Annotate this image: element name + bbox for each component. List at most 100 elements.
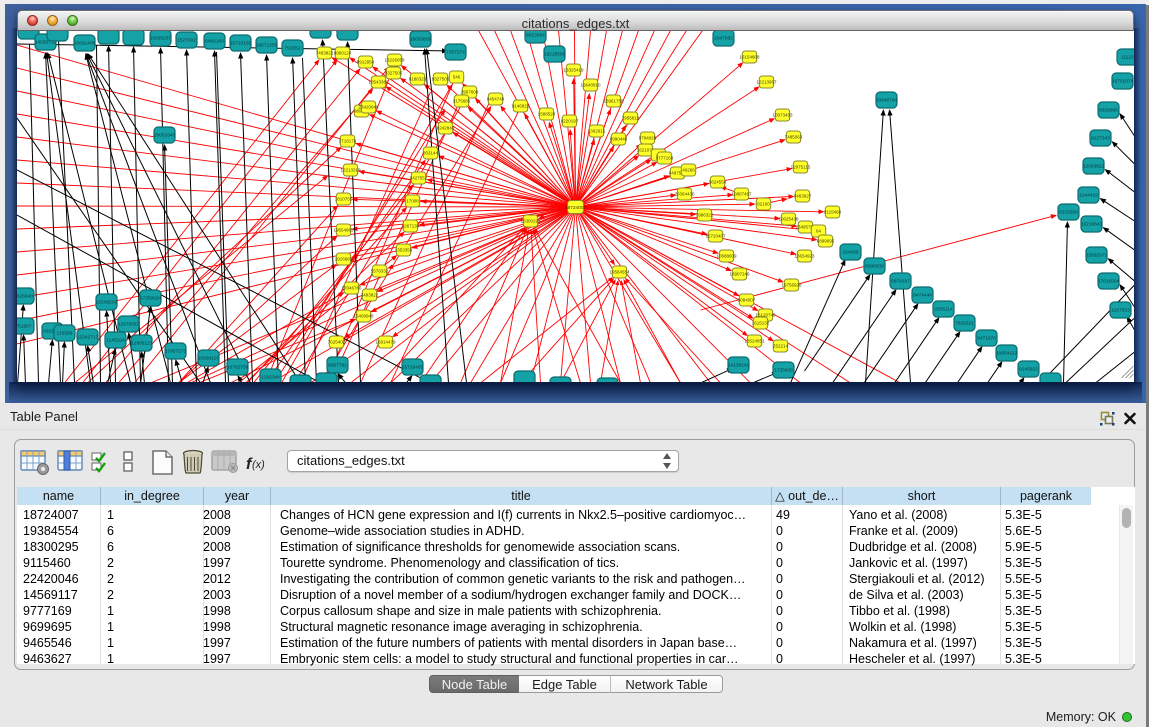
svg-text:16961758: 16961758: [603, 99, 624, 104]
svg-text:1733426: 1733426: [774, 368, 793, 374]
svg-text:8912954: 8912954: [357, 60, 375, 65]
svg-text:7955812: 7955812: [622, 116, 640, 121]
svg-text:10025438: 10025438: [778, 217, 799, 222]
svg-text:9227343: 9227343: [1091, 136, 1110, 142]
svg-text:19654985: 19654985: [333, 228, 354, 233]
svg-text:19584554: 19584554: [609, 270, 630, 275]
svg-text:13325419: 13325419: [563, 68, 584, 73]
svg-text:9474444: 9474444: [913, 293, 932, 299]
svg-text:10958107: 10958107: [198, 356, 220, 362]
svg-text:10654112: 10654112: [996, 351, 1017, 357]
svg-text:803144: 803144: [423, 151, 439, 156]
svg-text:9146821: 9146821: [512, 104, 530, 109]
svg-text:252214: 252214: [773, 344, 789, 349]
svg-text:8990448: 8990448: [610, 137, 628, 142]
svg-text:3493822: 3493822: [361, 293, 379, 298]
svg-text:10543362: 10543362: [368, 80, 389, 85]
svg-text:7463822: 7463822: [316, 51, 334, 56]
svg-text:1145194: 1145194: [106, 338, 125, 344]
svg-text:1615132: 1615132: [752, 321, 770, 326]
svg-text:8960124: 8960124: [334, 51, 352, 56]
svg-text:751552: 751552: [284, 46, 300, 52]
svg-text:15720407: 15720407: [705, 234, 726, 239]
svg-text:23420046: 23420046: [358, 105, 379, 110]
svg-text:2935114: 2935114: [934, 307, 953, 313]
svg-text:16782759: 16782759: [227, 365, 249, 371]
svg-text:8454749: 8454749: [487, 97, 505, 102]
svg-text:3624554: 3624554: [709, 180, 727, 185]
svg-text:11122: 11122: [1121, 55, 1134, 61]
svg-text:13654923: 13654923: [794, 254, 815, 259]
svg-text:20691406: 20691406: [74, 41, 96, 47]
svg-text:12342717: 12342717: [77, 335, 99, 341]
svg-text:9777169: 9777169: [656, 156, 674, 161]
svg-text:12093822: 12093822: [1083, 164, 1105, 170]
svg-text:9245652: 9245652: [1019, 367, 1038, 373]
svg-text:1362615: 1362615: [588, 129, 606, 134]
svg-text:8186323: 8186323: [409, 77, 427, 82]
svg-text:2718179: 2718179: [339, 139, 357, 144]
svg-text:46266: 46266: [682, 168, 695, 173]
svg-text:(x): (x): [252, 459, 265, 471]
svg-text:13226058: 13226058: [384, 58, 405, 63]
svg-text:9857791: 9857791: [328, 363, 347, 369]
svg-text:7986322: 7986322: [696, 213, 714, 218]
svg-text:7357274: 7357274: [446, 50, 465, 56]
svg-text:115568: 115568: [57, 331, 73, 337]
svg-text:7632621: 7632621: [955, 321, 974, 327]
svg-text:14136141: 14136141: [728, 363, 750, 369]
svg-text:1527602: 1527602: [177, 38, 196, 44]
svg-text:3175685: 3175685: [453, 99, 471, 104]
svg-text:62160: 62160: [757, 202, 770, 207]
svg-text:17046766: 17046766: [341, 286, 362, 291]
svg-text:16914479: 16914479: [375, 340, 396, 345]
svg-text:1916682: 1916682: [335, 257, 353, 262]
svg-text:10973493: 10973493: [772, 113, 793, 118]
svg-text:10719155: 10719155: [230, 41, 252, 47]
svg-text:10648784: 10648784: [876, 98, 898, 104]
svg-text:12975887: 12975887: [118, 322, 140, 328]
svg-text:1292344: 1292344: [261, 375, 280, 381]
svg-text:2626640: 2626640: [17, 294, 33, 300]
svg-text:9242848: 9242848: [437, 126, 455, 131]
svg-text:15751074: 15751074: [1112, 79, 1134, 85]
svg-text:16154808: 16154808: [739, 55, 760, 60]
svg-text:10807487: 10807487: [731, 192, 752, 197]
svg-text:7485063: 7485063: [785, 135, 803, 140]
svg-text:546: 546: [453, 75, 461, 80]
svg-text:751907: 751907: [17, 324, 32, 330]
svg-text:17008: 17008: [406, 199, 419, 204]
svg-text:16640910: 16640910: [580, 83, 601, 88]
svg-text:164095: 164095: [842, 250, 858, 256]
svg-text:18724007: 18724007: [565, 205, 587, 211]
svg-text:10688609: 10688609: [716, 254, 737, 259]
svg-text:5578332: 5578332: [371, 269, 389, 274]
svg-text:6899695: 6899695: [817, 239, 835, 244]
svg-text:12213967: 12213967: [756, 80, 777, 85]
svg-text:2047682: 2047682: [714, 36, 733, 42]
svg-text:1588520: 1588520: [538, 112, 556, 117]
svg-text:3267130: 3267130: [402, 224, 420, 229]
svg-text:7625402: 7625402: [328, 340, 346, 345]
svg-text:9463627: 9463627: [794, 194, 812, 199]
svg-text:1244419: 1244419: [1079, 193, 1098, 199]
svg-text:8938938: 8938938: [865, 264, 884, 270]
svg-text:20053346: 20053346: [154, 133, 176, 139]
svg-text:9115460: 9115460: [824, 210, 842, 215]
svg-text:15692971: 15692971: [1086, 253, 1108, 259]
svg-text:2967608: 2967608: [461, 90, 479, 95]
svg-text:13524851: 13524851: [744, 339, 765, 344]
svg-text:17957273: 17957273: [165, 349, 187, 355]
svg-text:9794028: 9794028: [639, 136, 657, 141]
svg-text:19756928: 19756928: [781, 283, 802, 288]
svg-text:1353359: 1353359: [395, 248, 413, 253]
svg-text:17359924: 17359924: [140, 296, 162, 302]
svg-text:16210643: 16210643: [1081, 222, 1103, 228]
svg-text:16033809: 16033809: [410, 37, 432, 43]
svg-text:18907249: 18907249: [729, 272, 750, 277]
svg-text:12213319: 12213319: [340, 168, 361, 173]
svg-text:12905115: 12905115: [131, 341, 152, 347]
svg-text:16671355: 16671355: [256, 43, 278, 49]
svg-text:9327505: 9327505: [385, 71, 403, 76]
svg-text:1810755: 1810755: [335, 197, 353, 202]
